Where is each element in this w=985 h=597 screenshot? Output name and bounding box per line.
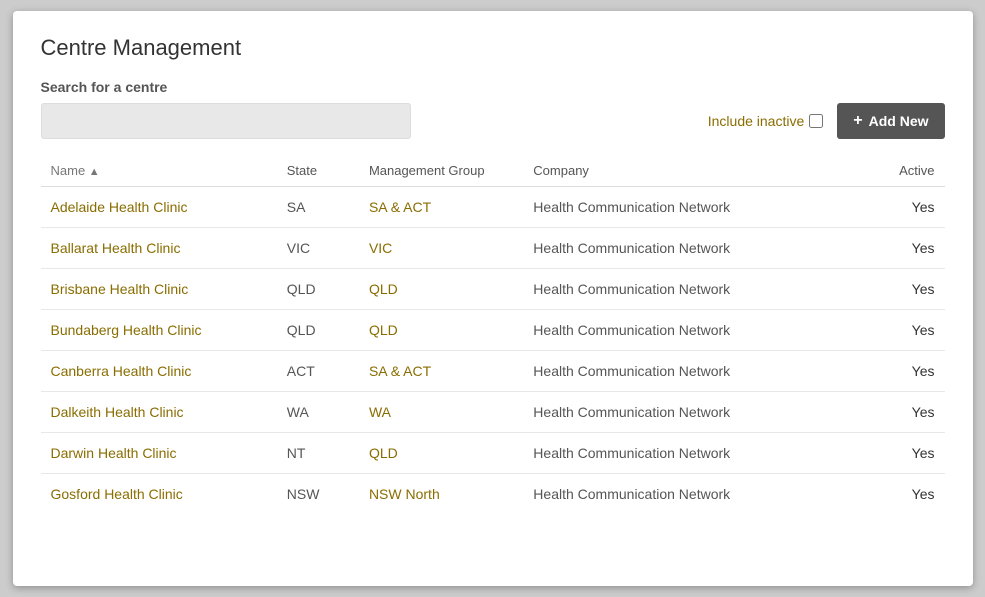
centre-company-cell: Health Communication Network (523, 228, 883, 269)
centre-name-cell[interactable]: Ballarat Health Clinic (41, 228, 277, 269)
centre-state-cell: QLD (277, 269, 359, 310)
centre-name-cell[interactable]: Brisbane Health Clinic (41, 269, 277, 310)
add-new-button[interactable]: + Add New (837, 103, 944, 139)
col-header-management-group[interactable]: Management Group (359, 155, 523, 187)
centre-management-group-cell: QLD (359, 433, 523, 474)
table-row: Dalkeith Health ClinicWAWAHealth Communi… (41, 392, 945, 433)
search-input[interactable] (41, 103, 411, 139)
table-row: Brisbane Health ClinicQLDQLDHealth Commu… (41, 269, 945, 310)
centre-management-group-cell: SA & ACT (359, 187, 523, 228)
centre-management-group-cell: WA (359, 392, 523, 433)
sort-arrow-icon: ▲ (89, 166, 100, 178)
table-row: Canberra Health ClinicACTSA & ACTHealth … (41, 351, 945, 392)
centre-name-cell[interactable]: Gosford Health Clinic (41, 474, 277, 515)
col-header-company[interactable]: Company (523, 155, 883, 187)
centre-management-group-cell: QLD (359, 310, 523, 351)
col-header-name[interactable]: Name ▲ (41, 155, 277, 187)
centre-management-group-cell: QLD (359, 269, 523, 310)
search-section-label: Search for a centre (41, 79, 945, 95)
centre-state-cell: VIC (277, 228, 359, 269)
centre-name-cell[interactable]: Bundaberg Health Clinic (41, 310, 277, 351)
centre-company-cell: Health Communication Network (523, 392, 883, 433)
centre-management-group-cell: VIC (359, 228, 523, 269)
col-header-state[interactable]: State (277, 155, 359, 187)
table-row: Ballarat Health ClinicVICVICHealth Commu… (41, 228, 945, 269)
centre-name-cell[interactable]: Canberra Health Clinic (41, 351, 277, 392)
include-inactive-label[interactable]: Include inactive (708, 113, 824, 129)
table-row: Adelaide Health ClinicSASA & ACTHealth C… (41, 187, 945, 228)
search-controls: Include inactive + Add New (708, 103, 945, 139)
centre-active-cell: Yes (883, 474, 945, 515)
include-inactive-checkbox[interactable] (809, 114, 823, 128)
centre-active-cell: Yes (883, 187, 945, 228)
table-row: Gosford Health ClinicNSWNSW NorthHealth … (41, 474, 945, 515)
centre-company-cell: Health Communication Network (523, 433, 883, 474)
centre-management-group-cell: NSW North (359, 474, 523, 515)
page-title: Centre Management (41, 35, 945, 61)
centre-active-cell: Yes (883, 228, 945, 269)
centre-active-cell: Yes (883, 392, 945, 433)
centre-state-cell: WA (277, 392, 359, 433)
table-header-row: Name ▲ State Management Group Company Ac… (41, 155, 945, 187)
centre-active-cell: Yes (883, 310, 945, 351)
centre-name-cell[interactable]: Adelaide Health Clinic (41, 187, 277, 228)
centre-active-cell: Yes (883, 351, 945, 392)
centre-state-cell: NSW (277, 474, 359, 515)
centre-company-cell: Health Communication Network (523, 187, 883, 228)
main-window: Centre Management Search for a centre In… (13, 11, 973, 586)
centre-active-cell: Yes (883, 433, 945, 474)
centre-active-cell: Yes (883, 269, 945, 310)
centre-state-cell: SA (277, 187, 359, 228)
search-row: Include inactive + Add New (41, 103, 945, 139)
centre-management-group-cell: SA & ACT (359, 351, 523, 392)
centre-company-cell: Health Communication Network (523, 269, 883, 310)
centres-table: Name ▲ State Management Group Company Ac… (41, 155, 945, 514)
centre-company-cell: Health Communication Network (523, 351, 883, 392)
centre-company-cell: Health Communication Network (523, 310, 883, 351)
table-row: Bundaberg Health ClinicQLDQLDHealth Comm… (41, 310, 945, 351)
centre-name-cell[interactable]: Darwin Health Clinic (41, 433, 277, 474)
plus-icon: + (853, 112, 862, 130)
centre-company-cell: Health Communication Network (523, 474, 883, 515)
centre-state-cell: ACT (277, 351, 359, 392)
col-header-active[interactable]: Active (883, 155, 945, 187)
centre-state-cell: NT (277, 433, 359, 474)
centre-state-cell: QLD (277, 310, 359, 351)
centre-name-cell[interactable]: Dalkeith Health Clinic (41, 392, 277, 433)
table-row: Darwin Health ClinicNTQLDHealth Communic… (41, 433, 945, 474)
